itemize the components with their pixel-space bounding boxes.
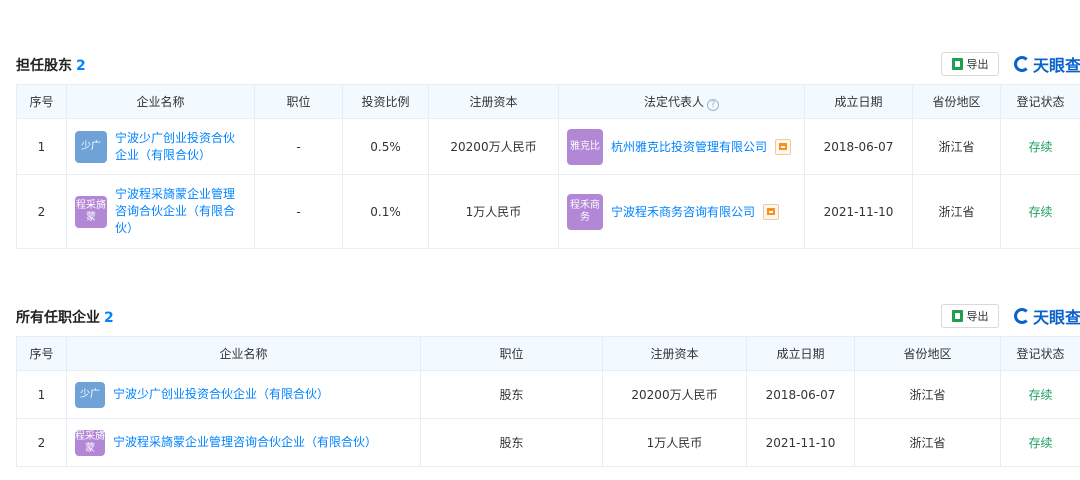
- position-cell: 股东: [420, 418, 603, 467]
- company-logo[interactable]: 程采旖蒙: [75, 429, 105, 456]
- status-cell: 存续: [1000, 174, 1080, 249]
- col-region: 省份地区: [912, 84, 1001, 119]
- rep-logo[interactable]: 雅克比: [567, 128, 603, 165]
- company-link[interactable]: 宁波程采旖蒙企业管理咨询合伙企业（有限合伙）: [113, 434, 377, 451]
- col-position: 职位: [420, 336, 603, 371]
- col-index: 序号: [16, 84, 67, 119]
- tianyancha-brand: 天眼查: [1014, 52, 1080, 76]
- company-logo[interactable]: 少广: [75, 381, 105, 408]
- relation-icon[interactable]: [775, 138, 792, 155]
- export-label: 导出: [966, 58, 989, 71]
- company-cell: 少广 宁波少广创业投资合伙企业（有限合伙）: [66, 118, 255, 175]
- relation-icon[interactable]: [763, 203, 780, 220]
- legal-rep-cell: 雅克比 杭州雅克比投资管理有限公司: [558, 118, 805, 175]
- section-count: 2: [76, 58, 86, 74]
- section-count: 2: [104, 310, 114, 326]
- excel-icon: [951, 58, 963, 70]
- date-cell: 2021-11-10: [746, 418, 855, 467]
- row-index: 1: [16, 370, 67, 419]
- col-company: 企业名称: [66, 336, 421, 371]
- col-ratio: 投资比例: [342, 84, 429, 119]
- company-link[interactable]: 宁波程采旖蒙企业管理咨询合伙企业（有限合伙）: [115, 186, 246, 237]
- company-cell: 少广 宁波少广创业投资合伙企业（有限合伙）: [66, 370, 421, 419]
- capital-cell: 20200万人民币: [428, 118, 559, 175]
- company-link[interactable]: 宁波少广创业投资合伙企业（有限合伙）: [115, 130, 246, 164]
- col-company: 企业名称: [66, 84, 255, 119]
- region-cell: 浙江省: [854, 418, 1001, 467]
- date-cell: 2018-06-07: [804, 118, 913, 175]
- status-cell: 存续: [1000, 370, 1080, 419]
- legal-rep-link[interactable]: 宁波程禾商务咨询有限公司: [611, 203, 755, 220]
- region-cell: 浙江省: [912, 118, 1001, 175]
- region-cell: 浙江省: [912, 174, 1001, 249]
- position-cell: -: [254, 118, 343, 175]
- company-cell: 程采旖蒙 宁波程采旖蒙企业管理咨询合伙企业（有限合伙）: [66, 418, 421, 467]
- col-status: 登记状态: [1000, 336, 1080, 371]
- capital-cell: 20200万人民币: [602, 370, 747, 419]
- tianyancha-logo-icon: [1014, 56, 1030, 72]
- table-header-row: 序号 企业名称 职位 投资比例 注册资本 法定代表人? 成立日期 省份地区 登记…: [16, 84, 1080, 119]
- section-header: 所有任职企业 2 导出 天眼查: [16, 304, 1080, 332]
- status-cell: 存续: [1000, 118, 1080, 175]
- table-row: 1 少广 宁波少广创业投资合伙企业（有限合伙） - 0.5% 20200万人民币…: [16, 118, 1080, 175]
- table-row: 2 程采旖蒙 宁波程采旖蒙企业管理咨询合伙企业（有限合伙） - 0.1% 1万人…: [16, 174, 1080, 249]
- positions-table: 序号 企业名称 职位 注册资本 成立日期 省份地区 登记状态 1 少广 宁波少广…: [16, 336, 1080, 467]
- col-date: 成立日期: [804, 84, 913, 119]
- section-header: 担任股东 2 导出 天眼查: [16, 52, 1080, 80]
- tianyancha-logo-icon: [1014, 308, 1030, 324]
- ratio-cell: 0.1%: [342, 174, 429, 249]
- legal-rep-header-text: 法定代表人: [643, 94, 704, 109]
- col-region: 省份地区: [854, 336, 1001, 371]
- col-status: 登记状态: [1000, 84, 1080, 119]
- row-index: 2: [16, 174, 67, 249]
- position-cell: 股东: [420, 370, 603, 419]
- export-label: 导出: [966, 310, 989, 323]
- col-capital: 注册资本: [428, 84, 559, 119]
- date-cell: 2018-06-07: [746, 370, 855, 419]
- row-index: 1: [16, 118, 67, 175]
- table-header-row: 序号 企业名称 职位 注册资本 成立日期 省份地区 登记状态: [16, 336, 1080, 371]
- row-index: 2: [16, 418, 67, 467]
- position-cell: -: [254, 174, 343, 249]
- excel-icon: [951, 310, 963, 322]
- table-row: 1 少广 宁波少广创业投资合伙企业（有限合伙） 股东 20200万人民币 201…: [16, 370, 1080, 419]
- region-cell: 浙江省: [854, 370, 1001, 419]
- col-legal-rep: 法定代表人?: [558, 84, 805, 119]
- company-cell: 程采旖蒙 宁波程采旖蒙企业管理咨询合伙企业（有限合伙）: [66, 174, 255, 249]
- shareholder-table: 序号 企业名称 职位 投资比例 注册资本 法定代表人? 成立日期 省份地区 登记…: [16, 84, 1080, 249]
- capital-cell: 1万人民币: [602, 418, 747, 467]
- section-title-text: 所有任职企业: [16, 310, 100, 326]
- export-button[interactable]: 导出: [941, 304, 999, 328]
- brand-text: 天眼查: [1033, 308, 1080, 327]
- company-logo[interactable]: 程采旖蒙: [75, 195, 107, 228]
- capital-cell: 1万人民币: [428, 174, 559, 249]
- tianyancha-brand: 天眼查: [1014, 304, 1080, 328]
- ratio-cell: 0.5%: [342, 118, 429, 175]
- col-date: 成立日期: [746, 336, 855, 371]
- col-position: 职位: [254, 84, 343, 119]
- section-title: 所有任职企业 2: [16, 307, 114, 327]
- date-cell: 2021-11-10: [804, 174, 913, 249]
- table-row: 2 程采旖蒙 宁波程采旖蒙企业管理咨询合伙企业（有限合伙） 股东 1万人民币 2…: [16, 418, 1080, 467]
- legal-rep-link[interactable]: 杭州雅克比投资管理有限公司: [611, 138, 767, 155]
- col-index: 序号: [16, 336, 67, 371]
- section-title-text: 担任股东: [16, 58, 72, 74]
- status-cell: 存续: [1000, 418, 1080, 467]
- help-icon[interactable]: ?: [707, 98, 719, 111]
- legal-rep-cell: 程禾商务 宁波程禾商务咨询有限公司: [558, 174, 805, 249]
- company-link[interactable]: 宁波少广创业投资合伙企业（有限合伙）: [113, 386, 329, 403]
- col-capital: 注册资本: [602, 336, 747, 371]
- rep-logo[interactable]: 程禾商务: [567, 193, 603, 230]
- company-logo[interactable]: 少广: [75, 130, 107, 163]
- section-title: 担任股东 2: [16, 55, 86, 75]
- export-button[interactable]: 导出: [941, 52, 999, 76]
- brand-text: 天眼查: [1033, 56, 1080, 75]
